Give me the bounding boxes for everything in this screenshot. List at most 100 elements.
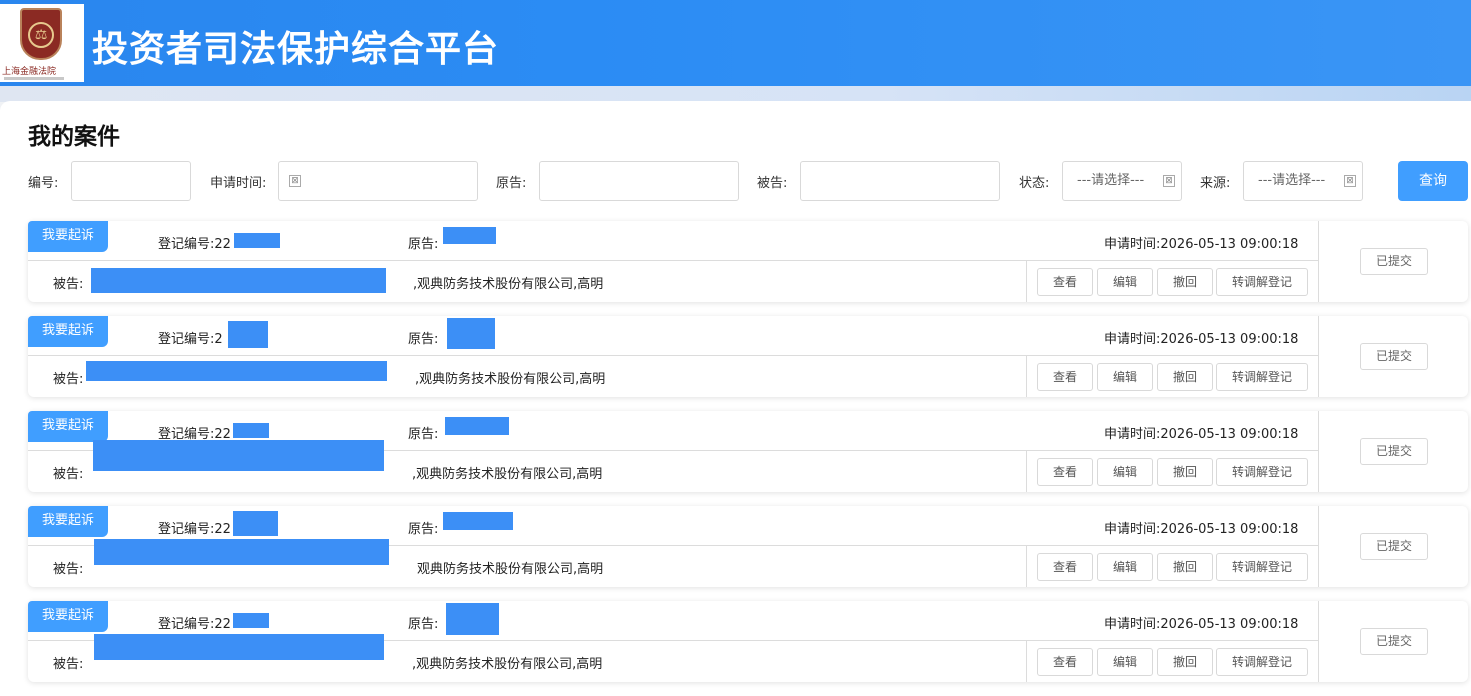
source-select-value: ---请选择--- (1258, 173, 1326, 188)
court-logo: ⚖ 上海金融法院 (0, 4, 84, 82)
case-card: 我要起诉 登记编号:22 原告: 申请时间:2026-05-13 09:00:1… (28, 601, 1468, 682)
defendant-label: 被告: (53, 372, 84, 387)
plaintiff-label: 原告: (408, 522, 439, 537)
actions-divider (1026, 641, 1027, 682)
status-divider (1318, 221, 1319, 302)
withdraw-button[interactable]: 撤回 (1157, 648, 1213, 676)
reg-no-label: 登记编号:2 (158, 332, 223, 347)
number-label: 编号: (28, 176, 59, 191)
mediation-button[interactable]: 转调解登记 (1216, 363, 1308, 391)
status-select[interactable]: ---请选择--- ⊠ (1062, 161, 1182, 201)
actions-divider (1026, 451, 1027, 492)
withdraw-button[interactable]: 撤回 (1157, 553, 1213, 581)
edit-button[interactable]: 编辑 (1097, 458, 1153, 486)
case-card: 我要起诉 登记编号:22 原告: 申请时间:2026-05-13 09:00:1… (28, 506, 1468, 587)
redacted-reg-no (234, 233, 280, 248)
redacted-defendant (86, 361, 387, 381)
calendar-icon: ⊠ (289, 175, 301, 187)
apply-time: 申请时间:2026-05-13 09:00:18 (1104, 522, 1299, 537)
case-card: 我要起诉 登记编号:2 原告: 申请时间:2026-05-13 09:00:18… (28, 316, 1468, 397)
view-button[interactable]: 查看 (1037, 268, 1093, 296)
actions-divider (1026, 261, 1027, 302)
apply-time: 申请时间:2026-05-13 09:00:18 (1104, 237, 1299, 252)
withdraw-button[interactable]: 撤回 (1157, 363, 1213, 391)
plaintiff-label: 原告: (408, 617, 439, 632)
apply-time: 申请时间:2026-05-13 09:00:18 (1104, 427, 1299, 442)
case-card: 我要起诉 登记编号:22 原告: 申请时间:2026-05-13 09:00:1… (28, 411, 1468, 492)
status-badge: 已提交 (1360, 533, 1428, 560)
plaintiff-filter-label: 原告: (496, 176, 527, 191)
mediation-button[interactable]: 转调解登记 (1216, 648, 1308, 676)
reg-no-label: 登记编号:22 (158, 522, 231, 537)
plaintiff-label: 原告: (408, 332, 439, 347)
view-button[interactable]: 查看 (1037, 553, 1093, 581)
status-divider (1318, 411, 1319, 492)
edit-button[interactable]: 编辑 (1097, 268, 1153, 296)
apply-time-label: 申请时间: (210, 176, 267, 191)
edit-button[interactable]: 编辑 (1097, 648, 1153, 676)
view-button[interactable]: 查看 (1037, 458, 1093, 486)
actions-divider (1026, 356, 1027, 397)
view-button[interactable]: 查看 (1037, 363, 1093, 391)
case-card: 我要起诉 登记编号:22 原告: 申请时间:2026-05-13 09:00:1… (28, 221, 1468, 302)
redacted-defendant (93, 440, 384, 471)
defendant-names: ,观典防务技术股份有限公司,高明 (412, 467, 603, 482)
sue-tag[interactable]: 我要起诉 (28, 506, 108, 537)
edit-button[interactable]: 编辑 (1097, 553, 1153, 581)
defendant-label: 被告: (53, 562, 84, 577)
redacted-defendant (94, 539, 389, 565)
sue-tag[interactable]: 我要起诉 (28, 601, 108, 632)
page-title: 我的案件 (28, 124, 120, 150)
apply-time: 申请时间:2026-05-13 09:00:18 (1104, 617, 1299, 632)
sue-tag[interactable]: 我要起诉 (28, 221, 108, 252)
redacted-plaintiff (445, 417, 509, 435)
redacted-reg-no (233, 613, 269, 628)
redacted-defendant (91, 268, 386, 293)
mediation-button[interactable]: 转调解登记 (1216, 268, 1308, 296)
sue-tag[interactable]: 我要起诉 (28, 316, 108, 347)
source-select[interactable]: ---请选择--- ⊠ (1243, 161, 1363, 201)
status-select-value: ---请选择--- (1077, 173, 1145, 188)
redacted-plaintiff (443, 512, 513, 530)
status-badge: 已提交 (1360, 628, 1428, 655)
redacted-plaintiff (443, 227, 496, 244)
defendant-names: ,观典防务技术股份有限公司,高明 (412, 657, 603, 672)
logo-subtext (4, 77, 64, 80)
status-badge: 已提交 (1360, 438, 1428, 465)
site-title: 投资者司法保护综合平台 (92, 29, 500, 70)
dropdown-icon: ⊠ (1163, 175, 1175, 187)
reg-no-label: 登记编号:22 (158, 237, 231, 252)
sue-tag[interactable]: 我要起诉 (28, 411, 108, 442)
withdraw-button[interactable]: 撤回 (1157, 458, 1213, 486)
redacted-reg-no (233, 423, 269, 438)
header-band (0, 86, 1471, 102)
source-filter-label: 来源: (1200, 176, 1231, 191)
query-button[interactable]: 查询 (1398, 161, 1468, 201)
defendant-filter-label: 被告: (757, 176, 788, 191)
view-button[interactable]: 查看 (1037, 648, 1093, 676)
number-input[interactable] (71, 161, 191, 201)
row-divider (28, 355, 1318, 356)
defendant-label: 被告: (53, 467, 84, 482)
reg-no-label: 登记编号:22 (158, 617, 231, 632)
redacted-defendant (94, 634, 384, 660)
actions-divider (1026, 546, 1027, 587)
status-divider (1318, 601, 1319, 682)
redacted-plaintiff (446, 603, 499, 635)
status-filter-label: 状态: (1019, 176, 1050, 191)
redacted-reg-no (228, 321, 268, 348)
court-emblem-icon: ⚖ (20, 8, 62, 60)
status-divider (1318, 506, 1319, 587)
defendant-input[interactable] (800, 161, 1000, 201)
mediation-button[interactable]: 转调解登记 (1216, 553, 1308, 581)
withdraw-button[interactable]: 撤回 (1157, 268, 1213, 296)
row-divider (28, 260, 1318, 261)
mediation-button[interactable]: 转调解登记 (1216, 458, 1308, 486)
apply-time-picker[interactable]: ⊠ (278, 161, 478, 201)
status-divider (1318, 316, 1319, 397)
app-header: ⚖ 上海金融法院 投资者司法保护综合平台 (0, 0, 1471, 86)
scales-icon: ⚖ (28, 22, 54, 48)
status-badge: 已提交 (1360, 248, 1428, 275)
plaintiff-input[interactable] (539, 161, 739, 201)
edit-button[interactable]: 编辑 (1097, 363, 1153, 391)
